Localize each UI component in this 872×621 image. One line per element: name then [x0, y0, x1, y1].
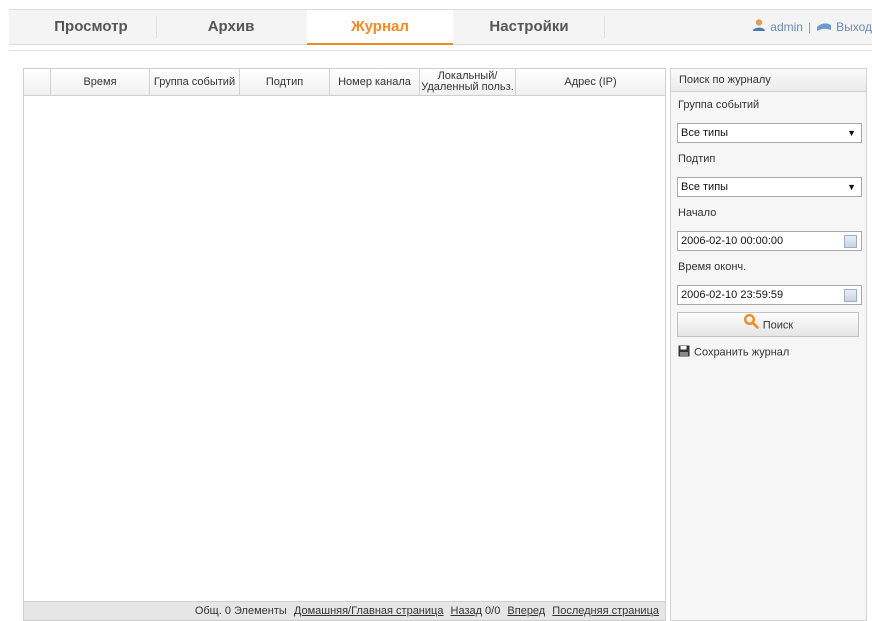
save-disk-icon [678, 345, 690, 360]
logout-link[interactable]: Выход [836, 20, 872, 34]
subtype-label: Подтип [678, 153, 716, 165]
user-area: admin | Выход [752, 10, 872, 44]
end-time-label: Время оконч. [678, 261, 747, 273]
tab-log[interactable]: Журнал [307, 10, 453, 45]
pager-last-link[interactable]: Последняя страница [552, 605, 659, 617]
start-time-label: Начало [678, 207, 717, 219]
save-log-label: Сохранить журнал [694, 346, 790, 359]
header-divider [9, 50, 872, 51]
end-time-value: 2006-02-10 23:59:59 [681, 289, 784, 301]
start-time-value: 2006-02-10 00:00:00 [681, 235, 784, 247]
search-button[interactable]: Поиск [677, 312, 859, 337]
column-header-channel[interactable]: Номер канала [330, 69, 420, 95]
pagination: Общ. 0 Элементы Домашняя/Главная страниц… [24, 601, 665, 620]
event-group-select[interactable]: Все типы ▼ [677, 123, 862, 143]
user-separator: | [807, 20, 812, 34]
pager-prev-link[interactable]: Назад [451, 605, 483, 617]
column-header-event-group[interactable]: Группа событий [150, 69, 240, 95]
end-time-input[interactable]: 2006-02-10 23:59:59 [677, 285, 862, 305]
subtype-select[interactable]: Все типы ▼ [677, 177, 862, 197]
dropdown-arrow-icon: ▼ [847, 182, 856, 192]
column-header-time[interactable]: Время [51, 69, 150, 95]
pager-home-link[interactable]: Домашняя/Главная страница [294, 605, 444, 617]
username-link[interactable]: admin [770, 20, 803, 34]
dropdown-arrow-icon: ▼ [847, 128, 856, 138]
event-group-label: Группа событий [678, 99, 760, 111]
pager-page-indicator: 0/0 [485, 605, 501, 617]
search-panel-title: Поиск по журналу [671, 69, 866, 92]
logout-icon[interactable] [816, 11, 832, 45]
user-icon [752, 11, 766, 45]
tab-divider [604, 16, 605, 38]
tab-live-view[interactable]: Просмотр [26, 10, 156, 44]
start-time-input[interactable]: 2006-02-10 00:00:00 [677, 231, 862, 251]
tab-settings[interactable]: Настройки [455, 10, 603, 44]
column-header-index [24, 69, 51, 95]
tab-archive[interactable]: Архив [157, 10, 305, 44]
event-group-value: Все типы [681, 127, 729, 139]
log-search-panel: Поиск по журналу Группа событий Все типы… [670, 68, 867, 621]
top-navigation: Просмотр Архив Журнал Настройки admin | В… [9, 9, 872, 45]
search-icon [743, 313, 759, 338]
column-header-subtype[interactable]: Подтип [240, 69, 330, 95]
calendar-icon[interactable] [844, 289, 857, 302]
pager-next-link[interactable]: Вперед [507, 605, 545, 617]
column-header-ip[interactable]: Адрес (IP) [516, 69, 665, 95]
calendar-icon[interactable] [844, 235, 857, 248]
search-button-label: Поиск [762, 319, 794, 332]
column-header-user[interactable]: Локальный/ Удаленный польз. [420, 69, 516, 95]
subtype-value: Все типы [681, 181, 729, 193]
total-count: Общ. 0 Элементы [194, 605, 287, 617]
table-header: Время Группа событий Подтип Номер канала… [24, 69, 665, 96]
log-table: Время Группа событий Подтип Номер канала… [23, 68, 666, 621]
save-log-link[interactable]: Сохранить журнал [678, 345, 789, 360]
